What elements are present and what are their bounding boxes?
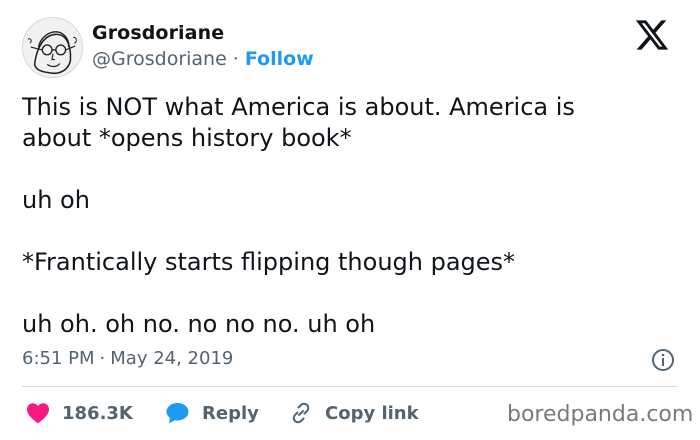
timestamp-separator: · [99, 348, 106, 369]
tweet-line: uh oh [22, 186, 90, 214]
like-button[interactable]: 186.3K [26, 399, 133, 427]
handle-separator: · [232, 48, 239, 70]
tweet-line: This is NOT what America is about. Ameri… [22, 93, 575, 121]
watermark: boredpanda.com [507, 402, 694, 427]
tweet-line: uh oh. oh no. no no no. uh oh [22, 310, 376, 338]
divider [22, 386, 677, 387]
tweet-line: *Frantically starts flipping though page… [22, 248, 516, 276]
like-count: 186.3K [62, 402, 133, 424]
author-handle[interactable]: @Grosdoriane [92, 48, 227, 70]
x-logo-icon[interactable] [632, 17, 672, 53]
speech-bubble-icon [166, 403, 189, 424]
link-icon [292, 402, 310, 424]
avatar[interactable] [22, 17, 83, 78]
tweet-line: about *opens history book* [22, 124, 352, 152]
sketch-portrait-avatar-icon [23, 18, 82, 77]
author-handle-row: @Grosdoriane · Follow [92, 48, 314, 70]
author-name[interactable]: Grosdoriane [92, 22, 224, 44]
heart-icon [27, 403, 49, 424]
info-icon[interactable] [651, 348, 675, 372]
follow-button[interactable]: Follow [245, 48, 314, 70]
tweet-time: 6:51 PM [22, 348, 95, 369]
tweet-date: May 24, 2019 [110, 348, 234, 369]
reply-label: Reply [202, 402, 259, 424]
tweet-text: This is NOT what America is about. Ameri… [22, 92, 672, 340]
tweet-timestamp[interactable]: 6:51 PM · May 24, 2019 [22, 348, 233, 369]
copy-link-button[interactable]: Copy link [289, 399, 419, 427]
reply-button[interactable]: Reply [165, 399, 259, 427]
copy-link-label: Copy link [325, 402, 419, 424]
